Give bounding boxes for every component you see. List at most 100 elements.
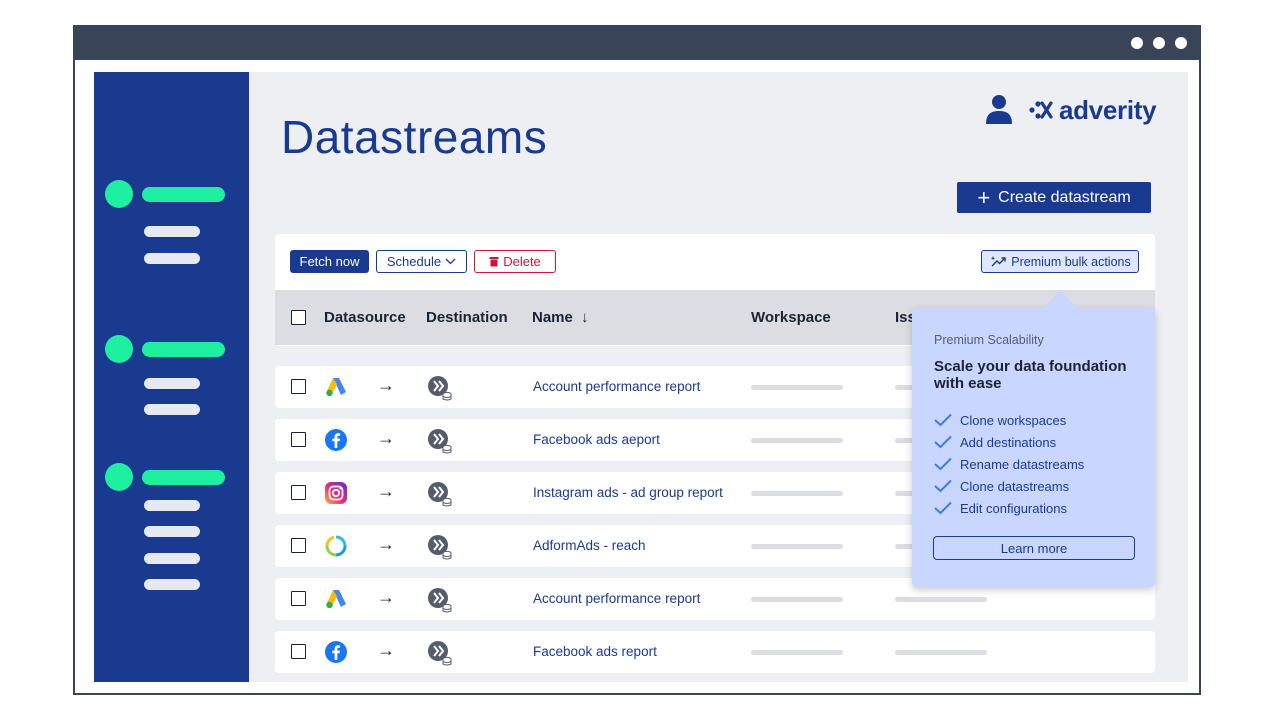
sidebar-nav-dot[interactable] <box>105 335 133 363</box>
arrow-right-icon: → <box>377 428 395 448</box>
issues-placeholder <box>895 650 987 655</box>
sidebar-subitem[interactable] <box>144 378 200 389</box>
workspace-placeholder <box>751 385 843 390</box>
destination-db-icon <box>428 429 452 454</box>
destination-db-icon <box>428 641 452 666</box>
create-datastream-button[interactable]: + Create datastream <box>957 182 1151 213</box>
sidebar-item-active[interactable] <box>142 342 225 357</box>
google-ads-icon <box>326 378 346 397</box>
checkmark-icon <box>934 435 952 449</box>
row-checkbox[interactable] <box>291 432 306 447</box>
popover-feature-list: Clone workspaces Add destinations Rename… <box>934 409 1084 519</box>
sidebar-subitem[interactable] <box>144 226 200 237</box>
adform-icon <box>325 535 347 557</box>
adverity-logo: adverity <box>1029 94 1157 126</box>
checkmark-icon <box>934 457 952 471</box>
create-datastream-label: Create datastream <box>998 188 1131 206</box>
window-control-dot[interactable] <box>1131 37 1143 49</box>
page-title: Datastreams <box>281 111 548 163</box>
column-header-destination[interactable]: Destination <box>426 309 508 326</box>
premium-bulk-actions-button[interactable]: Premium bulk actions <box>981 250 1139 273</box>
checkmark-icon <box>934 501 952 515</box>
select-all-checkbox[interactable] <box>291 310 306 325</box>
sort-down-icon: ↓ <box>581 309 589 326</box>
column-header-name[interactable]: Name ↓ <box>532 309 589 326</box>
logo-text: adverity <box>1059 94 1157 125</box>
main-content: Datastreams adverity + Create datastream… <box>249 72 1188 682</box>
row-checkbox[interactable] <box>291 591 306 606</box>
row-checkbox[interactable] <box>291 379 306 394</box>
sidebar-item-active[interactable] <box>142 187 225 202</box>
datastream-name-link[interactable]: Account performance report <box>533 379 700 394</box>
user-icon[interactable] <box>985 94 1013 124</box>
sidebar <box>94 72 249 682</box>
delete-button[interactable]: Delete <box>474 250 556 273</box>
popover-eyebrow: Premium Scalability <box>934 333 1044 347</box>
datastream-name-link[interactable]: Instagram ads - ad group report <box>533 485 723 500</box>
feature-item: Clone workspaces <box>934 409 1084 431</box>
issues-placeholder <box>895 597 987 602</box>
column-header-datasource[interactable]: Datasource <box>324 309 406 326</box>
sidebar-item-active[interactable] <box>142 470 225 485</box>
feature-item: Rename datastreams <box>934 453 1084 475</box>
datastream-name-link[interactable]: AdformAds - reach <box>533 538 646 553</box>
sidebar-subitem[interactable] <box>144 553 200 564</box>
feature-item: Clone datastreams <box>934 475 1084 497</box>
feature-label: Edit configurations <box>960 500 1067 516</box>
sidebar-nav-dot[interactable] <box>105 180 133 208</box>
sidebar-subitem[interactable] <box>144 500 200 511</box>
feature-item: Add destinations <box>934 431 1084 453</box>
destination-db-icon <box>428 376 452 401</box>
row-checkbox[interactable] <box>291 538 306 553</box>
facebook-icon <box>325 641 347 663</box>
premium-popover: Premium Scalability Scale your data foun… <box>912 290 1155 587</box>
sidebar-subitem[interactable] <box>144 526 200 537</box>
arrow-right-icon: → <box>377 375 395 395</box>
feature-label: Clone workspaces <box>960 412 1067 428</box>
workspace-placeholder <box>751 650 843 655</box>
sidebar-nav-dot[interactable] <box>105 463 133 491</box>
arrow-right-icon: → <box>377 534 395 554</box>
facebook-icon <box>325 429 347 451</box>
sidebar-subitem[interactable] <box>144 404 200 415</box>
instagram-icon <box>325 482 347 504</box>
datastream-name-link[interactable]: Facebook ads aeport <box>533 432 660 447</box>
sidebar-subitem[interactable] <box>144 579 200 590</box>
premium-bulk-actions-label: Premium bulk actions <box>1011 254 1131 269</box>
checkmark-icon <box>934 413 952 427</box>
fetch-now-button[interactable]: Fetch now <box>290 250 369 273</box>
sparkle-trend-icon <box>991 256 1006 267</box>
chevron-down-icon <box>445 258 456 265</box>
feature-item: Edit configurations <box>934 497 1084 519</box>
destination-db-icon <box>428 535 452 560</box>
feature-label: Add destinations <box>960 434 1057 450</box>
window-control-dot[interactable] <box>1153 37 1165 49</box>
datastream-name-link[interactable]: Facebook ads report <box>533 644 657 659</box>
row-checkbox[interactable] <box>291 485 306 500</box>
workspace-placeholder <box>751 544 843 549</box>
adverity-logo-icon <box>1029 101 1053 119</box>
row-checkbox[interactable] <box>291 644 306 659</box>
delete-label: Delete <box>503 254 541 269</box>
checkmark-icon <box>934 479 952 493</box>
plus-icon: + <box>977 184 991 210</box>
schedule-dropdown[interactable]: Schedule <box>376 250 467 273</box>
popover-title: Scale your data foundation with ease <box>934 358 1127 392</box>
arrow-right-icon: → <box>377 587 395 607</box>
feature-label: Rename datastreams <box>960 456 1085 472</box>
table-row[interactable]: → Facebook ads report <box>275 631 1155 673</box>
feature-label: Clone datastreams <box>960 478 1070 494</box>
popover-tail <box>1042 290 1078 309</box>
trash-icon <box>489 257 499 267</box>
window-titlebar <box>73 25 1201 60</box>
sidebar-subitem[interactable] <box>144 253 200 264</box>
datastream-name-link[interactable]: Account performance report <box>533 591 700 606</box>
column-header-name-label: Name <box>532 309 573 326</box>
workspace-placeholder <box>751 438 843 443</box>
learn-more-button[interactable]: Learn more <box>933 536 1135 560</box>
window-control-dot[interactable] <box>1175 37 1187 49</box>
destination-db-icon <box>428 588 452 613</box>
arrow-right-icon: → <box>377 481 395 501</box>
column-header-workspace[interactable]: Workspace <box>751 309 831 326</box>
schedule-label: Schedule <box>386 254 442 269</box>
